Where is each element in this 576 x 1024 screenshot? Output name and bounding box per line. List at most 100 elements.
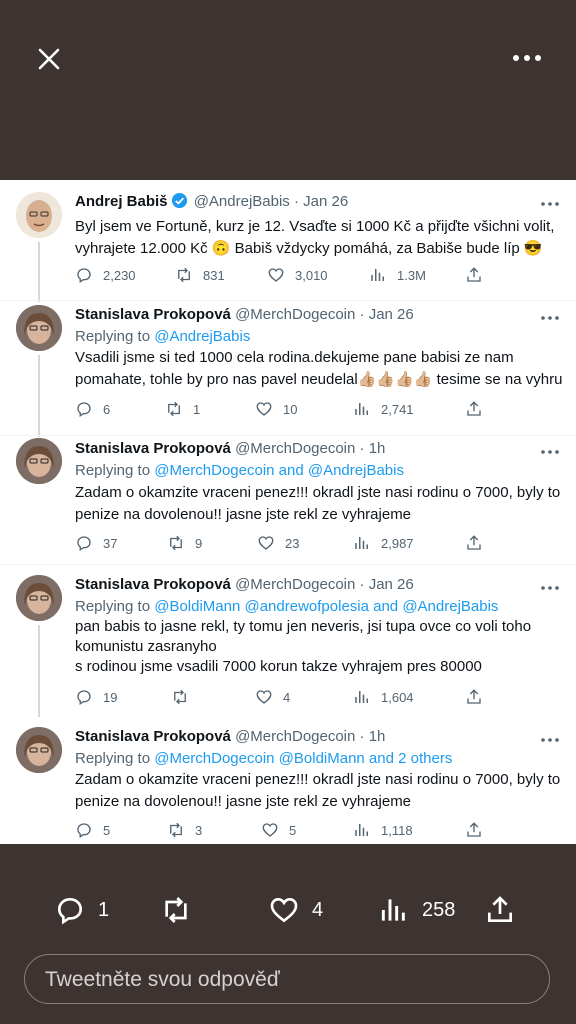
share-button[interactable]	[465, 398, 493, 420]
reply-count: 2,230	[103, 267, 136, 283]
replying-prefix: Replying to	[75, 462, 151, 479]
share-button[interactable]	[465, 264, 493, 286]
avatar[interactable]	[16, 575, 62, 621]
like-count: 3,010	[295, 267, 328, 283]
views-button[interactable]: 1,118	[353, 819, 413, 841]
replying-to-link[interactable]: @MerchDogecoin @BoldiMann and 2 others	[154, 750, 452, 767]
author-handle[interactable]: @MerchDogecoin	[235, 440, 355, 457]
reply-box[interactable]	[24, 954, 550, 1004]
tweet-time[interactable]: · Jan 26	[360, 576, 414, 593]
avatar[interactable]	[16, 727, 62, 773]
views-button[interactable]: 1.3M	[369, 264, 426, 286]
author-handle[interactable]: @MerchDogecoin	[235, 576, 355, 593]
tweet-text: Zadam o okamzite vraceni penez!!! okradl…	[75, 771, 561, 810]
like-count: 23	[285, 535, 300, 551]
close-icon[interactable]	[34, 44, 64, 74]
more-icon[interactable]	[510, 48, 544, 68]
reply-count: 37	[103, 535, 118, 551]
more-icon[interactable]	[540, 448, 560, 456]
like-button[interactable]: 4	[268, 892, 323, 928]
avatar[interactable]	[16, 438, 62, 484]
author-name[interactable]: Stanislava Prokopová	[75, 728, 231, 745]
share-icon	[467, 822, 481, 837]
replying-to: Replying to @MerchDogecoin @BoldiMann an…	[75, 750, 452, 767]
reply-button[interactable]: 37	[75, 532, 117, 554]
share-button[interactable]	[465, 686, 493, 708]
tweet-actions: 37 9 23 2,987	[75, 532, 555, 556]
author-name[interactable]: Stanislava Prokopová	[75, 306, 231, 323]
tweet-actions: 2,230 831 3,010 1.3M	[75, 264, 555, 288]
retweet-button[interactable]: 3	[167, 819, 202, 841]
author-handle[interactable]: @AndrejBabis	[194, 193, 290, 210]
views-count: 1.3M	[397, 267, 426, 283]
reply-button[interactable]: 19	[75, 686, 117, 708]
tweet-time[interactable]: · 1h	[360, 728, 386, 745]
share-icon	[467, 401, 481, 416]
heart-icon	[256, 402, 272, 416]
like-button[interactable]: 23	[257, 532, 299, 554]
replying-to-link[interactable]: @BoldiMann @andrewofpolesia and @AndrejB…	[154, 598, 498, 615]
reply-button[interactable]: 5	[75, 819, 110, 841]
tweet-actions: 19 4 1,604	[75, 686, 555, 710]
retweet-button[interactable]: 9	[167, 532, 202, 554]
tweet-text: Byl jsem ve Fortuně, kurz je 12. Vsaďte …	[75, 218, 555, 257]
heart-icon	[262, 823, 278, 837]
retweet-button[interactable]	[160, 892, 204, 928]
retweet-button[interactable]: 831	[175, 264, 225, 286]
reply-button[interactable]: 2,230	[75, 264, 136, 286]
tweet-text-line-2: s rodinou jsme vsadili 7000 korun takze …	[75, 658, 482, 675]
tweet-time[interactable]: · 1h	[360, 440, 386, 457]
share-icon	[467, 267, 481, 282]
retweet-button[interactable]: 1	[165, 398, 200, 420]
verified-badge-icon	[171, 192, 188, 213]
tweet-reply-1[interactable]: Stanislava Prokopová @MerchDogecoin · Ja…	[0, 301, 576, 437]
retweet-count: 9	[195, 535, 203, 551]
like-button[interactable]: 10	[255, 398, 297, 420]
like-button[interactable]: 3,010	[267, 264, 328, 286]
tweet-andrej[interactable]: Andrej Babiš @AndrejBabis · Jan 26 Byl j…	[0, 180, 576, 302]
replying-to-link[interactable]: @AndrejBabis	[154, 328, 250, 345]
like-button[interactable]: 4	[255, 686, 290, 708]
author-name[interactable]: Andrej Babiš	[75, 193, 168, 210]
tweet-text-line-1: pan babis to jasne rekl, ty tomu jen nev…	[75, 618, 532, 655]
reply-input[interactable]	[43, 965, 527, 995]
like-button[interactable]: 5	[261, 819, 296, 841]
author-name[interactable]: Stanislava Prokopová	[75, 576, 231, 593]
avatar[interactable]	[16, 192, 62, 238]
share-button[interactable]	[465, 819, 493, 841]
tweet-text: pan babis to jasne rekl, ty tomu jen nev…	[75, 617, 545, 677]
author-name[interactable]: Stanislava Prokopová	[75, 440, 231, 457]
like-count: 4	[312, 898, 324, 921]
views-count: 258	[422, 898, 456, 921]
more-icon[interactable]	[540, 200, 560, 208]
tweet-reply-2[interactable]: Stanislava Prokopová @MerchDogecoin · 1h…	[0, 436, 576, 564]
views-button[interactable]: 258	[378, 892, 455, 928]
replying-prefix: Replying to	[75, 598, 151, 615]
views-icon	[381, 899, 405, 921]
views-button[interactable]: 2,741	[353, 398, 414, 420]
avatar[interactable]	[16, 305, 62, 351]
author-handle[interactable]: @MerchDogecoin	[235, 728, 355, 745]
tweet-reply-3[interactable]: Stanislava Prokopová @MerchDogecoin · Ja…	[0, 565, 576, 717]
views-count: 2,987	[381, 535, 414, 551]
like-count: 10	[283, 401, 298, 417]
more-icon[interactable]	[540, 736, 560, 744]
author-handle[interactable]: @MerchDogecoin	[235, 306, 355, 323]
replying-prefix: Replying to	[75, 328, 151, 345]
replying-to-link[interactable]: @MerchDogecoin and @AndrejBabis	[154, 462, 404, 479]
more-icon[interactable]	[540, 584, 560, 592]
retweet-button[interactable]	[171, 686, 199, 708]
share-button[interactable]	[484, 892, 528, 928]
tweet-time[interactable]: · Jan 26	[360, 306, 414, 323]
reply-button[interactable]: 1	[54, 892, 109, 928]
more-icon[interactable]	[540, 314, 560, 322]
tweet-reply-4[interactable]: Stanislava Prokopová @MerchDogecoin · 1h…	[0, 715, 576, 844]
views-button[interactable]: 2,987	[353, 532, 414, 554]
share-button[interactable]	[465, 532, 493, 554]
retweet-icon	[174, 689, 186, 705]
views-button[interactable]: 1,604	[353, 686, 414, 708]
tweet-time[interactable]: · Jan 26	[294, 193, 348, 210]
reply-count: 1	[98, 898, 110, 921]
thread-line	[38, 625, 40, 717]
reply-button[interactable]: 6	[75, 398, 110, 420]
